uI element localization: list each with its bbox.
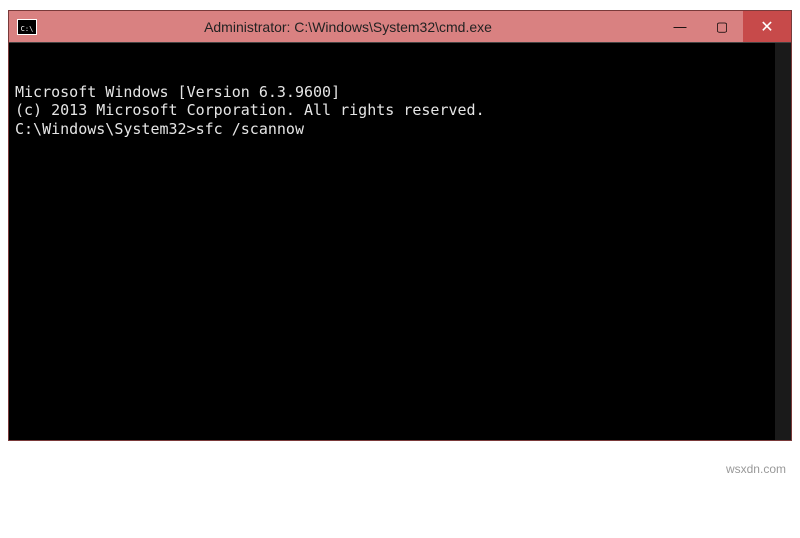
- titlebar[interactable]: C:\ Administrator: C:\Windows\System32\c…: [9, 11, 791, 42]
- command-text: sfc /scannow: [196, 120, 304, 138]
- terminal-area[interactable]: Microsoft Windows [Version 6.3.9600](c) …: [9, 42, 791, 440]
- watermark: wsxdn.com: [726, 462, 786, 476]
- terminal-prompt-line: C:\Windows\System32>sfc /scannow: [15, 120, 785, 139]
- maximize-button[interactable]: ▢: [701, 11, 743, 42]
- vertical-scrollbar[interactable]: [775, 43, 791, 440]
- cmd-window: C:\ Administrator: C:\Windows\System32\c…: [8, 10, 792, 441]
- command-prompt-icon[interactable]: C:\: [17, 19, 37, 35]
- window-title: Administrator: C:\Windows\System32\cmd.e…: [37, 19, 659, 35]
- minimize-button[interactable]: —: [659, 11, 701, 42]
- terminal-line: Microsoft Windows [Version 6.3.9600]: [15, 83, 785, 102]
- terminal-line: (c) 2013 Microsoft Corporation. All righ…: [15, 101, 785, 120]
- prompt: C:\Windows\System32>: [15, 120, 196, 138]
- close-button[interactable]: ✕: [743, 11, 791, 42]
- window-controls: — ▢ ✕: [659, 11, 791, 42]
